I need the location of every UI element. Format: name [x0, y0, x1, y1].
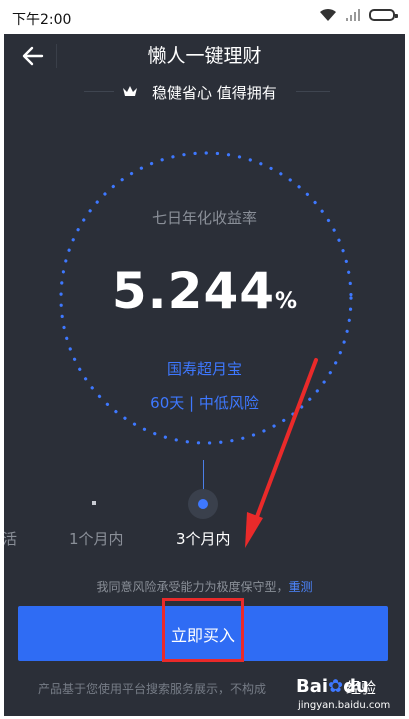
product-meta: 60天 | 中低风险: [150, 394, 259, 412]
watermark-url: jingyan.baidu.com: [298, 700, 391, 711]
wifi-icon: [320, 8, 336, 21]
top-bar: 懒人一键理财: [4, 34, 405, 78]
rate-value: 5.244%: [4, 262, 405, 320]
agreement-text: 我同意风险承受能力为极度保守型，: [96, 580, 289, 594]
status-icons: [319, 8, 398, 22]
slogan-line-right: [296, 91, 330, 92]
app-screen: 下午2:00 懒人一键理财 稳健省心 值得拥有 七日年化收益率 5.244% 国…: [4, 0, 405, 716]
status-bar: 下午2:00: [4, 0, 405, 34]
slogan-line-left: [84, 91, 114, 92]
paw-icon: ✿: [328, 676, 344, 697]
slogan: 稳健省心 值得拥有: [4, 80, 405, 104]
term-option-3-month[interactable]: 3个月内: [176, 528, 231, 549]
term-option-1-month[interactable]: 1个月内: [69, 528, 124, 549]
rate-label: 七日年化收益率: [151, 209, 257, 227]
crown-icon: [123, 86, 137, 96]
slogan-text: 稳健省心 值得拥有: [152, 84, 277, 102]
status-time: 下午2:00: [12, 12, 72, 28]
risk-agreement: 我同意风险承受能力为极度保守型，重测: [4, 578, 405, 595]
buy-now-label: 立即买入: [170, 628, 235, 645]
term-option-flexible[interactable]: 活: [4, 528, 17, 549]
baidu-watermark: Bai✿du 经验 jingyan.baidu.com: [296, 676, 405, 716]
signal-icon: [346, 9, 360, 21]
battery-icon: [369, 9, 398, 21]
option-dot-1-month[interactable]: [92, 501, 96, 505]
product-name: 国寿超月宝: [166, 360, 242, 378]
rate-number: 5.244: [111, 262, 276, 320]
selector-line: [203, 460, 204, 492]
option-dot-3-month[interactable]: [198, 499, 208, 509]
footer-note: 产品基于您使用平台搜索服务展示，不构成: [38, 682, 267, 696]
retest-link[interactable]: 重测: [289, 580, 313, 594]
rate-unit: %: [275, 289, 298, 314]
watermark-text: 经验: [346, 679, 377, 697]
page-title: 懒人一键理财: [147, 45, 262, 67]
buy-now-button[interactable]: 立即买入: [18, 606, 388, 661]
